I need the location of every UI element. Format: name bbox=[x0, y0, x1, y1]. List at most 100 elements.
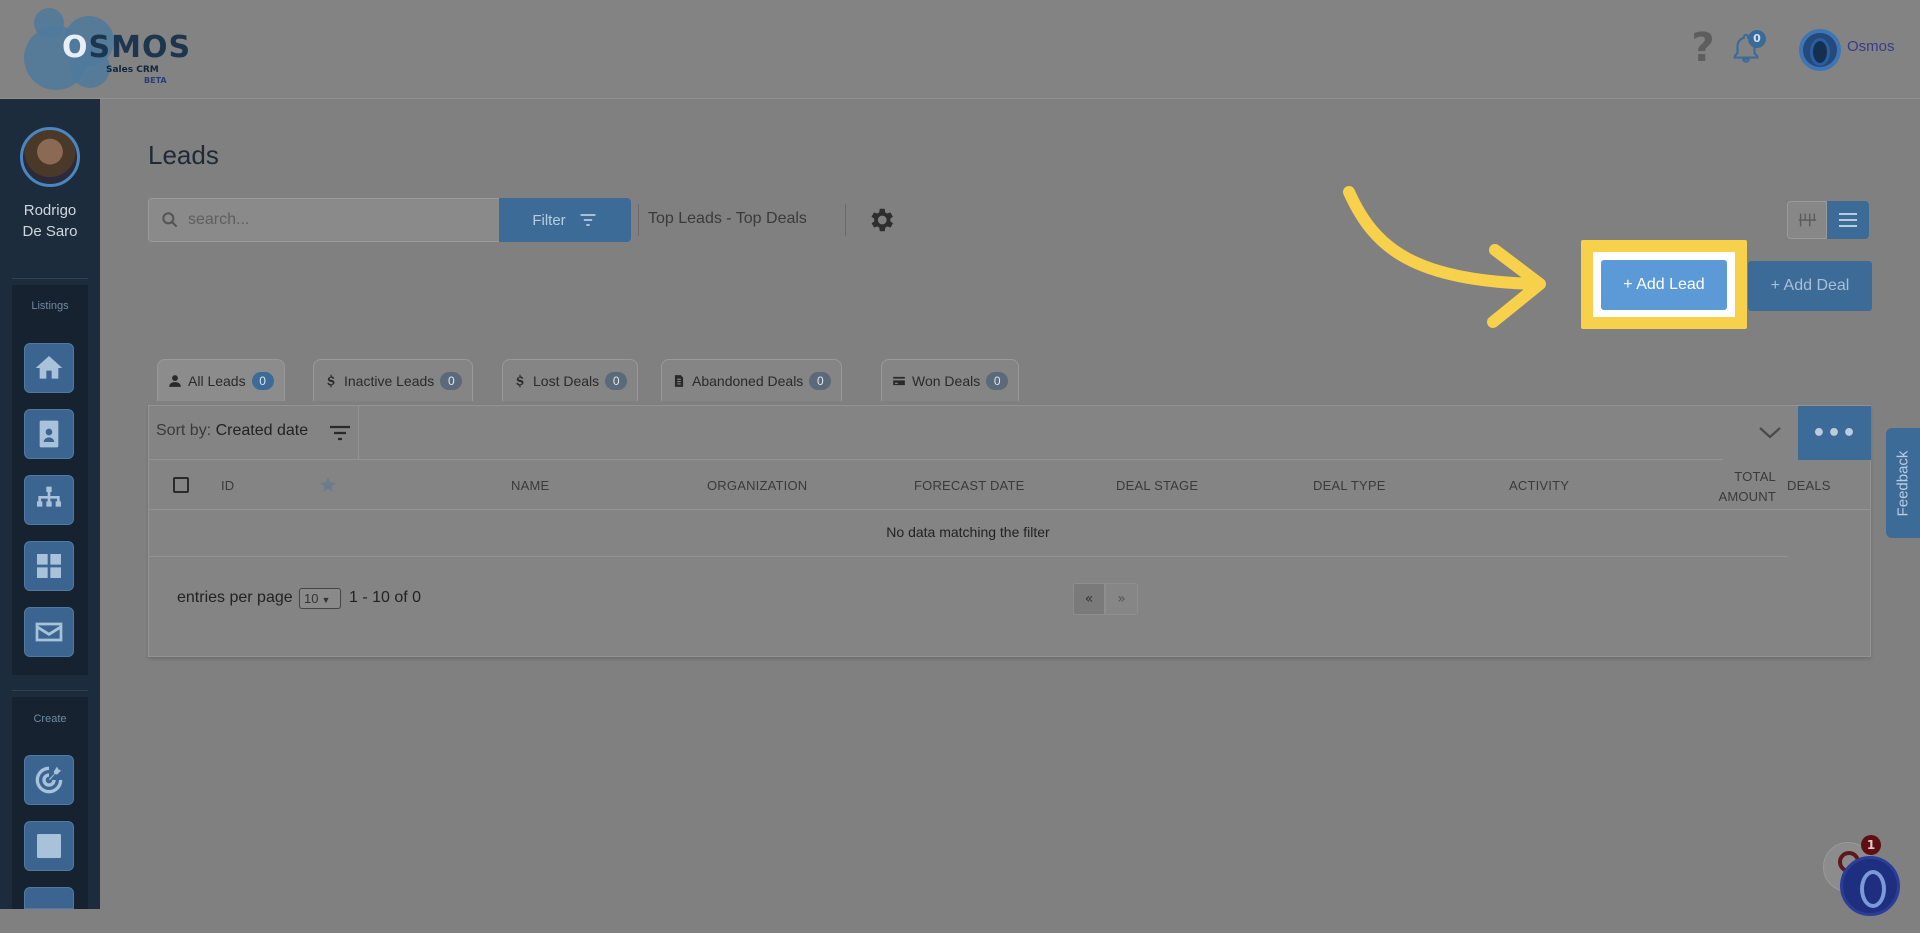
dashboard-grid-icon bbox=[37, 554, 61, 578]
entries-per-page-label: entries per page bbox=[177, 589, 293, 606]
entries-per-page-value: 10 bbox=[304, 591, 319, 606]
sidebar-user-name: Rodrigo De Saro bbox=[6, 200, 94, 242]
sort-value: Created date bbox=[215, 422, 309, 439]
star-icon[interactable] bbox=[319, 476, 337, 494]
chat-launcher-button[interactable] bbox=[1840, 856, 1900, 916]
help-icon[interactable]: ? bbox=[1688, 26, 1718, 70]
column-header-activity[interactable]: ACTIVITY bbox=[1509, 478, 1569, 493]
listings-label: Listings bbox=[31, 300, 69, 312]
organizations-button[interactable] bbox=[24, 475, 74, 525]
target-icon bbox=[35, 766, 63, 794]
tab-label: Abandoned Deals bbox=[692, 372, 804, 389]
tab-label: All Leads bbox=[188, 372, 246, 389]
toolbar-divider bbox=[845, 204, 846, 236]
add-deal-button[interactable]: + Add Deal bbox=[1748, 261, 1872, 311]
sidebar-divider bbox=[12, 690, 88, 691]
org-chart-icon bbox=[37, 486, 61, 507]
pagination-range: 1 - 10 of 0 bbox=[349, 589, 422, 606]
add-lead-button[interactable]: + Add Lead bbox=[1601, 260, 1727, 310]
dashboard-button[interactable] bbox=[24, 541, 74, 591]
tab-label: Won Deals bbox=[912, 372, 981, 389]
more-options-button[interactable]: ••• bbox=[1798, 406, 1871, 460]
previous-page-button[interactable]: « bbox=[1073, 583, 1105, 615]
toolbar-divider bbox=[638, 204, 639, 236]
tab-lost-deals[interactable]: Lost Deals 0 bbox=[502, 359, 639, 401]
next-page-button[interactable]: » bbox=[1105, 583, 1138, 615]
empty-table-message: No data matching the filter bbox=[148, 511, 1788, 557]
user-avatar[interactable] bbox=[1799, 29, 1841, 71]
page-title: Leads bbox=[148, 140, 219, 170]
column-header-amount: AMOUNT bbox=[1718, 489, 1776, 504]
mail-icon bbox=[35, 622, 63, 642]
search-icon bbox=[162, 212, 178, 228]
tab-count-badge: 0 bbox=[440, 371, 463, 390]
search-input[interactable] bbox=[188, 199, 488, 241]
tab-count-badge: 0 bbox=[605, 371, 628, 390]
column-header-id[interactable]: ID bbox=[221, 478, 234, 493]
notification-badge: 0 bbox=[1748, 30, 1766, 48]
feedback-label: Feedback bbox=[1894, 450, 1912, 516]
person-icon bbox=[169, 374, 181, 387]
osmos-logo[interactable]: OSMOS Sales CRM BETA bbox=[24, 8, 190, 90]
filter-button[interactable]: Filter bbox=[499, 198, 631, 242]
column-header-forecast-date[interactable]: FORECAST DATE bbox=[914, 478, 1024, 493]
column-header-total: TOTAL bbox=[1734, 469, 1776, 484]
chevron-down-icon[interactable] bbox=[1756, 420, 1784, 444]
tab-count-badge: 0 bbox=[809, 371, 832, 390]
dollar-icon bbox=[516, 374, 524, 387]
kanban-icon bbox=[1798, 213, 1817, 227]
home-icon bbox=[35, 356, 63, 379]
create-label: Create bbox=[33, 713, 67, 725]
list-view-toggle[interactable] bbox=[1827, 201, 1869, 239]
logo-beta: BETA bbox=[144, 76, 167, 85]
chevron-down-icon: ▼ bbox=[321, 595, 331, 605]
sort-icon[interactable] bbox=[328, 423, 352, 443]
filter-icon bbox=[580, 214, 596, 226]
top-leads-top-deals-link[interactable]: Top Leads - Top Deals bbox=[648, 210, 807, 228]
kanban-view-toggle[interactable] bbox=[1787, 201, 1827, 239]
sidebar-user-last-name: De Saro bbox=[22, 223, 78, 240]
tab-abandoned-deals[interactable]: Abandoned Deals 0 bbox=[661, 359, 843, 401]
create-task-button[interactable] bbox=[24, 821, 74, 871]
sort-prefix: Sort by: bbox=[156, 422, 212, 439]
contact-card-icon bbox=[39, 420, 59, 448]
gear-icon[interactable] bbox=[866, 205, 896, 235]
sidebar-avatar[interactable] bbox=[20, 127, 80, 187]
column-header-organization[interactable]: ORGANIZATION bbox=[707, 478, 807, 493]
tab-label: Lost Deals bbox=[533, 372, 600, 389]
dollar-icon bbox=[327, 374, 335, 387]
feedback-tab[interactable]: Feedback bbox=[1886, 428, 1920, 538]
file-icon bbox=[674, 374, 684, 387]
column-header-name[interactable]: NAME bbox=[511, 478, 549, 493]
tab-count-badge: 0 bbox=[986, 371, 1009, 390]
credit-card-icon bbox=[893, 376, 905, 385]
logo-wordmark: OSMOS bbox=[62, 30, 192, 65]
list-icon bbox=[1839, 213, 1857, 227]
tab-count-badge: 0 bbox=[251, 371, 274, 390]
tab-all-leads[interactable]: All Leads 0 bbox=[157, 359, 285, 401]
create-more-button[interactable] bbox=[24, 887, 74, 909]
tab-inactive-leads[interactable]: Inactive Leads 0 bbox=[313, 359, 474, 401]
top-header bbox=[0, 0, 1920, 99]
create-goal-button[interactable] bbox=[24, 755, 74, 805]
user-menu-name[interactable]: Osmos bbox=[1847, 38, 1895, 55]
tab-won-deals[interactable]: Won Deals 0 bbox=[881, 359, 1020, 401]
entries-per-page-select[interactable]: 10 ▼ bbox=[299, 588, 341, 609]
column-header-deal-stage[interactable]: DEAL STAGE bbox=[1116, 478, 1198, 493]
sort-by-control[interactable]: Sort by: Created date bbox=[156, 422, 308, 440]
checklist-icon bbox=[37, 834, 61, 858]
column-header-deals[interactable]: DEALS bbox=[1787, 478, 1831, 493]
logo-subtitle: Sales CRM bbox=[106, 65, 159, 75]
column-header-deal-type[interactable]: DEAL TYPE bbox=[1313, 478, 1386, 493]
annotation-arrow bbox=[1343, 186, 1546, 328]
column-header-total-amount[interactable]: TOTAL AMOUNT bbox=[1700, 467, 1776, 507]
sort-bar bbox=[148, 405, 1723, 460]
sidebar-divider bbox=[12, 278, 88, 279]
mail-button[interactable] bbox=[24, 607, 74, 657]
contacts-button[interactable] bbox=[24, 409, 74, 459]
filter-button-label: Filter bbox=[532, 211, 566, 229]
chat-unread-badge: 1 bbox=[1861, 835, 1881, 855]
tab-label: Inactive Leads bbox=[344, 372, 435, 389]
home-button[interactable] bbox=[24, 343, 74, 393]
select-all-checkbox[interactable] bbox=[173, 477, 189, 493]
